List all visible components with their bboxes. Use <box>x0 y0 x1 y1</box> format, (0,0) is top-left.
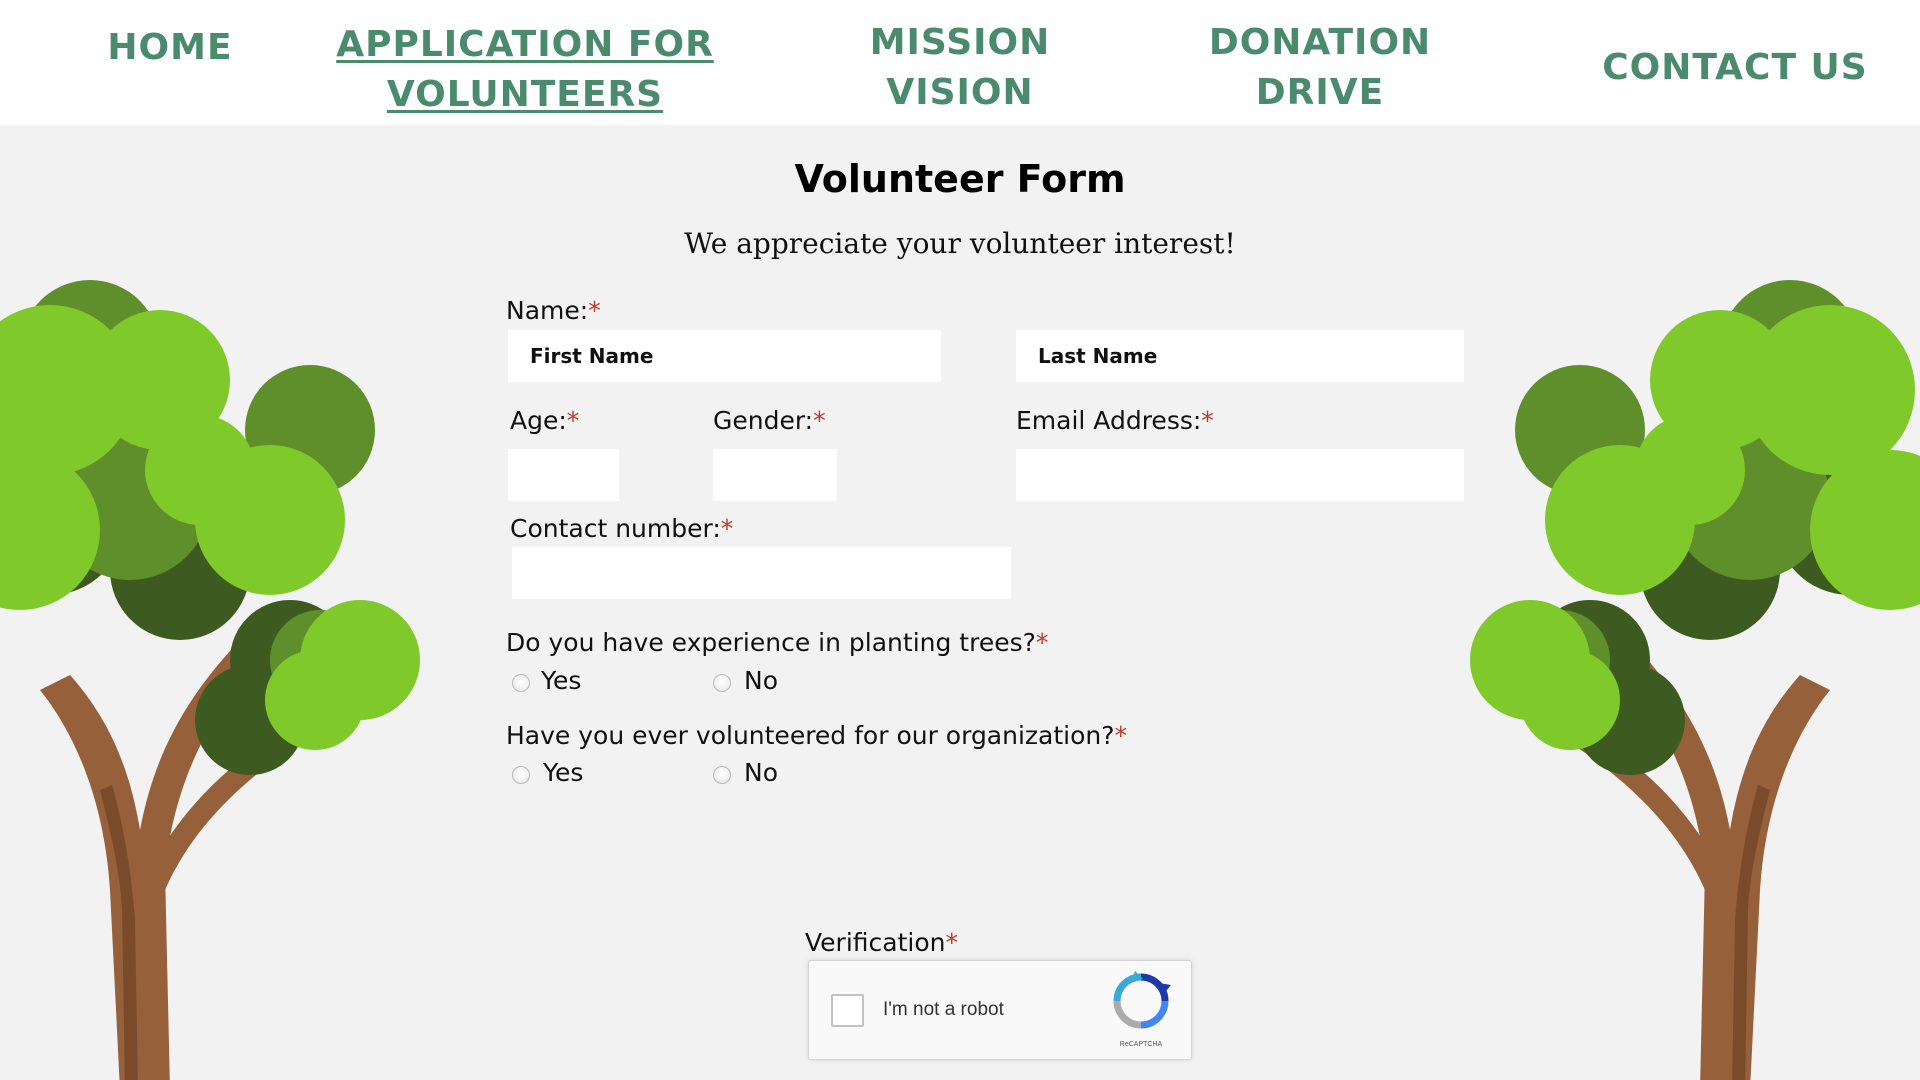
q2-no-radio[interactable] <box>713 766 731 784</box>
nav-contact-us[interactable]: CONTACT US <box>1570 43 1900 93</box>
nav-application-line1: APPLICATION FOR <box>336 24 714 65</box>
recaptcha-checkbox[interactable] <box>831 994 864 1027</box>
nav-application-for-volunteers[interactable]: APPLICATION FOR VOLUNTEERS <box>330 20 720 120</box>
question-planting-experience: Do you have experience in planting trees… <box>506 628 1049 657</box>
q2-yes-radio[interactable] <box>512 766 530 784</box>
nav-home-label: HOME <box>107 27 233 68</box>
q1-no-radio[interactable] <box>713 674 731 692</box>
nav-donation-drive[interactable]: DONATION DRIVE <box>1190 18 1450 118</box>
q2-no-label[interactable]: No <box>744 758 778 787</box>
contact-number-input[interactable] <box>512 547 1011 599</box>
recaptcha-icon <box>1113 971 1171 1029</box>
age-label: Age:* <box>510 406 580 435</box>
first-name-input[interactable] <box>508 330 941 382</box>
nav-home[interactable]: HOME <box>60 23 280 73</box>
email-input[interactable] <box>1016 449 1464 501</box>
last-name-input[interactable] <box>1016 330 1464 382</box>
age-input[interactable] <box>508 449 619 501</box>
top-nav: HOME APPLICATION FOR VOLUNTEERS MISSION … <box>0 0 1920 125</box>
form-title: Volunteer Form <box>794 157 1126 201</box>
nav-mission-line1: MISSION <box>869 22 1051 63</box>
contact-label: Contact number:* <box>510 514 734 543</box>
q1-yes-label[interactable]: Yes <box>541 666 581 695</box>
volunteer-page: HOME APPLICATION FOR VOLUNTEERS MISSION … <box>0 0 1920 1080</box>
nav-application-line2: VOLUNTEERS <box>386 74 664 115</box>
nav-mission-vision[interactable]: MISSION VISION <box>835 18 1085 118</box>
gender-label: Gender:* <box>713 406 826 435</box>
right-tree-icon <box>1470 280 1920 1080</box>
nav-contact-label: CONTACT US <box>1602 47 1868 88</box>
left-tree-icon <box>0 280 420 1080</box>
recaptcha-brand: ReCAPTCHA <box>1119 1041 1163 1048</box>
nav-donation-line2: DRIVE <box>1255 72 1385 113</box>
nav-donation-line1: DONATION <box>1208 22 1432 63</box>
gender-input[interactable] <box>713 449 837 501</box>
recaptcha-widget: I'm not a robot ReCAPTCHA <box>808 960 1192 1060</box>
q1-no-label[interactable]: No <box>744 666 778 695</box>
recaptcha-label: I'm not a robot <box>883 999 1004 1020</box>
form-subtitle: We appreciate your volunteer interest! <box>684 227 1236 260</box>
nav-mission-line2: VISION <box>886 72 1034 113</box>
verification-label: Verification* <box>805 928 958 957</box>
q1-yes-radio[interactable] <box>512 674 530 692</box>
q2-yes-label[interactable]: Yes <box>543 758 583 787</box>
question-volunteered-before: Have you ever volunteered for our organi… <box>506 721 1128 750</box>
name-label: Name:* <box>506 296 601 325</box>
email-label: Email Address:* <box>1016 406 1214 435</box>
